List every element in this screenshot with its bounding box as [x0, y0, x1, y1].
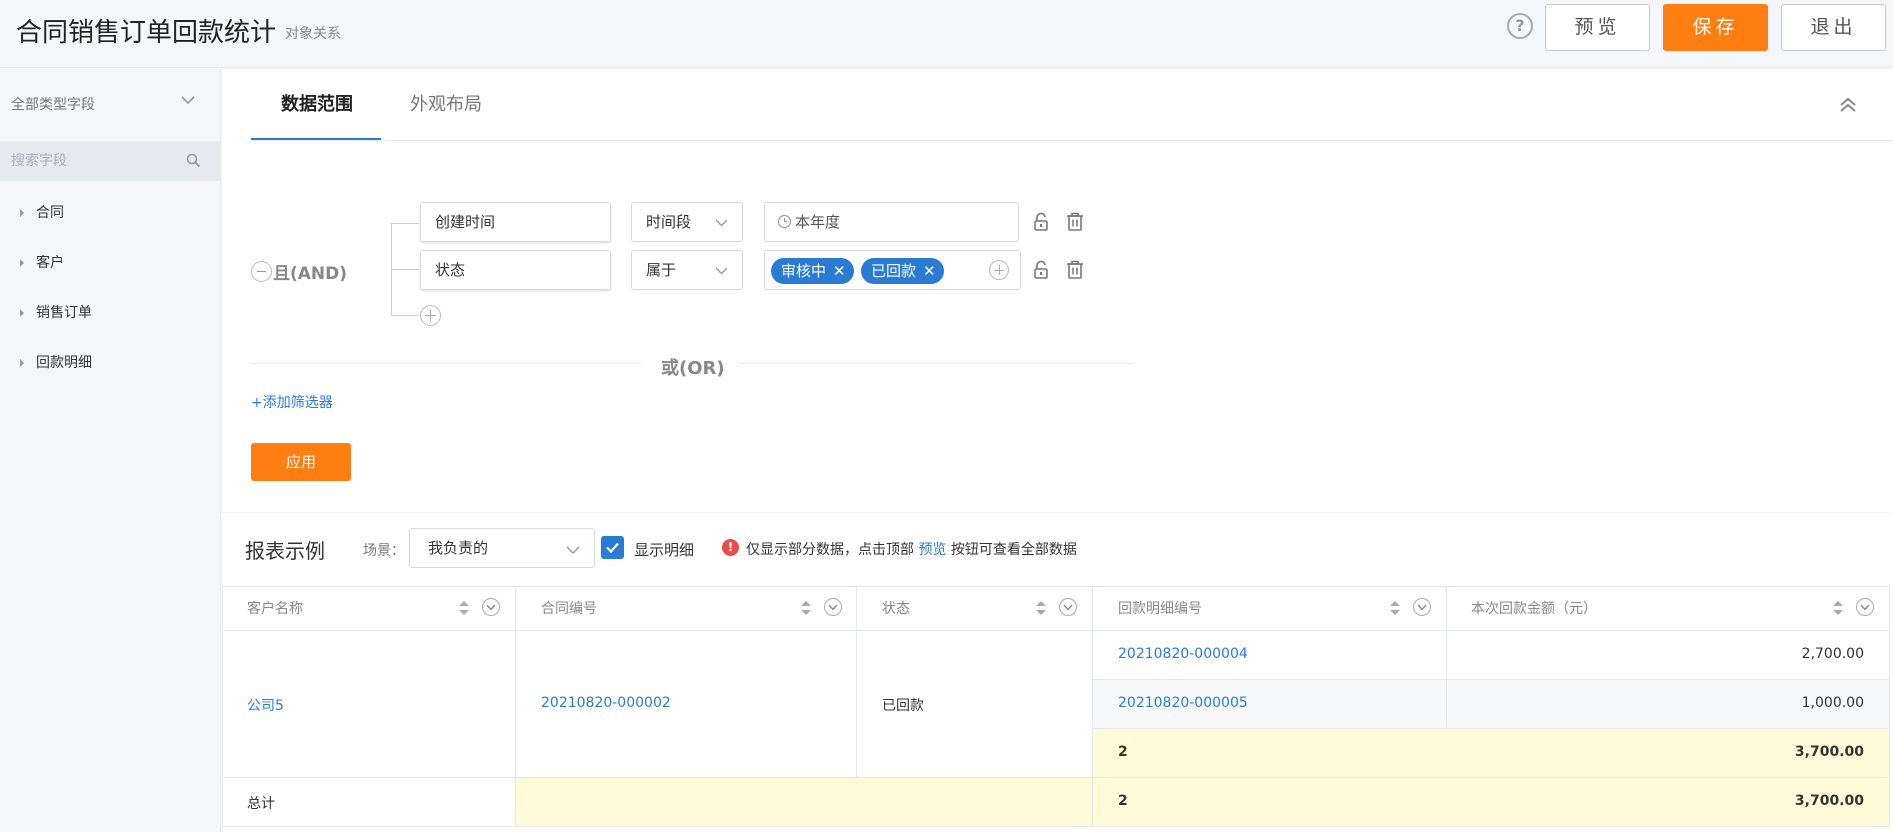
caret-right-icon [20, 259, 24, 267]
report-title: 报表示例 [245, 539, 325, 563]
add-tag-icon[interactable] [989, 260, 1009, 280]
sort-icon[interactable] [458, 599, 470, 617]
cell-customer-link[interactable]: 公司5 [247, 695, 284, 715]
add-filter-link[interactable]: +添加筛选器 [251, 392, 333, 412]
unlock-icon[interactable] [1032, 212, 1050, 232]
sort-icon[interactable] [800, 599, 812, 617]
close-icon[interactable]: ✕ [923, 262, 936, 280]
sidebar [0, 69, 221, 832]
preview-notice: 仅显示部分数据，点击顶部 预览 按钮可查看全部数据 [746, 542, 1077, 558]
tab-active-indicator [251, 138, 381, 140]
page-title: 合同销售订单回款统计 [16, 18, 277, 48]
save-button[interactable]: 保存 [1663, 4, 1768, 51]
add-condition-icon[interactable] [420, 305, 441, 326]
cell-amount: 1,000.00 [1801, 695, 1864, 711]
preview-button[interactable]: 预览 [1545, 4, 1650, 51]
caret-right-icon [20, 309, 24, 317]
column-header-customer[interactable]: 客户名称 [247, 598, 303, 618]
cell-payment-id-link[interactable]: 20210820-000004 [1118, 646, 1248, 662]
tab-data-range[interactable]: 数据范围 [281, 90, 353, 116]
close-icon[interactable]: ✕ [833, 262, 846, 280]
group-bracket-tick [391, 269, 419, 270]
column-header-status[interactable]: 状态 [882, 598, 910, 618]
show-detail-label[interactable]: 显示明细 [634, 539, 694, 560]
scene-label: 场景： [363, 543, 405, 559]
total-amount: 3,700.00 [1794, 793, 1864, 809]
column-menu-icon[interactable] [1059, 598, 1077, 616]
condition-value-this-year[interactable]: 本年度 [764, 202, 1019, 242]
tab-appearance[interactable]: 外观布局 [410, 90, 482, 116]
column-menu-icon[interactable] [824, 598, 842, 616]
trash-icon[interactable] [1065, 211, 1085, 232]
show-detail-checkbox[interactable] [601, 536, 624, 559]
sidebar-item-customer[interactable]: 客户 [20, 252, 64, 272]
search-input[interactable] [11, 150, 181, 172]
sort-icon[interactable] [1832, 599, 1844, 617]
unlock-icon[interactable] [1032, 260, 1050, 280]
sidebar-item-payment-detail[interactable]: 回款明细 [20, 352, 92, 372]
tag-reviewing[interactable]: 审核中 ✕ [771, 258, 854, 284]
caret-right-icon [20, 209, 24, 217]
total-count: 2 [1118, 793, 1128, 809]
chevron-down-icon [715, 216, 728, 229]
collapse-group-icon[interactable] [251, 261, 272, 282]
column-header-amount[interactable]: 本次回款金额（元） [1471, 598, 1597, 618]
column-header-payment-id[interactable]: 回款明细编号 [1118, 598, 1202, 618]
cell-contract-link[interactable]: 20210820-000002 [541, 695, 671, 711]
column-menu-icon[interactable] [1413, 598, 1431, 616]
sort-icon[interactable] [1389, 599, 1401, 617]
collapse-up-icon[interactable] [1838, 95, 1858, 115]
chevron-down-icon[interactable] [180, 92, 196, 108]
condition-field-created-time[interactable]: 创建时间 [420, 202, 611, 242]
sidebar-item-contract[interactable]: 合同 [20, 202, 64, 222]
filter-panel [222, 69, 1893, 512]
caret-right-icon [20, 359, 24, 367]
subtotal-count: 2 [1118, 744, 1128, 760]
field-type-select[interactable]: 全部类型字段 [11, 94, 95, 114]
notice-preview-link[interactable]: 预览 [918, 542, 946, 558]
chevron-down-icon [566, 543, 580, 557]
cell-status: 已回款 [882, 698, 924, 714]
scene-select[interactable]: 我负责的 [409, 528, 595, 568]
page-subtitle: 对象关系 [285, 26, 341, 42]
chevron-down-icon [715, 264, 728, 277]
subtotal-amount: 3,700.00 [1794, 744, 1864, 760]
warning-icon: ! [722, 539, 739, 556]
and-group-label[interactable]: 且(AND) [273, 259, 347, 284]
condition-field-status[interactable]: 状态 [420, 250, 611, 290]
column-menu-icon[interactable] [482, 598, 500, 616]
check-icon [606, 542, 619, 554]
sidebar-item-sales-order[interactable]: 销售订单 [20, 302, 92, 322]
tag-paid[interactable]: 已回款 ✕ [861, 258, 944, 284]
condition-value-tags[interactable]: 审核中 ✕ 已回款 ✕ [764, 250, 1021, 290]
search-box [0, 141, 221, 181]
cell-amount: 2,700.00 [1801, 646, 1864, 662]
clock-icon [777, 214, 792, 229]
sort-icon[interactable] [1035, 599, 1047, 617]
condition-operator-time-range[interactable]: 时间段 [631, 202, 743, 242]
or-divider-right [740, 363, 1133, 364]
apply-button[interactable]: 应用 [251, 443, 351, 481]
search-icon[interactable] [186, 153, 201, 168]
help-icon[interactable]: ? [1507, 13, 1533, 39]
or-group-label[interactable]: 或(OR) [661, 354, 725, 380]
column-header-contract[interactable]: 合同编号 [541, 598, 597, 618]
exit-button[interactable]: 退出 [1781, 4, 1886, 51]
condition-operator-belongs-to[interactable]: 属于 [631, 250, 743, 290]
cell-payment-id-link[interactable]: 20210820-000005 [1118, 695, 1248, 711]
tab-divider [251, 140, 1893, 141]
column-menu-icon[interactable] [1856, 598, 1874, 616]
or-divider-left [251, 363, 641, 364]
total-label: 总计 [247, 796, 275, 812]
trash-icon[interactable] [1065, 259, 1085, 280]
